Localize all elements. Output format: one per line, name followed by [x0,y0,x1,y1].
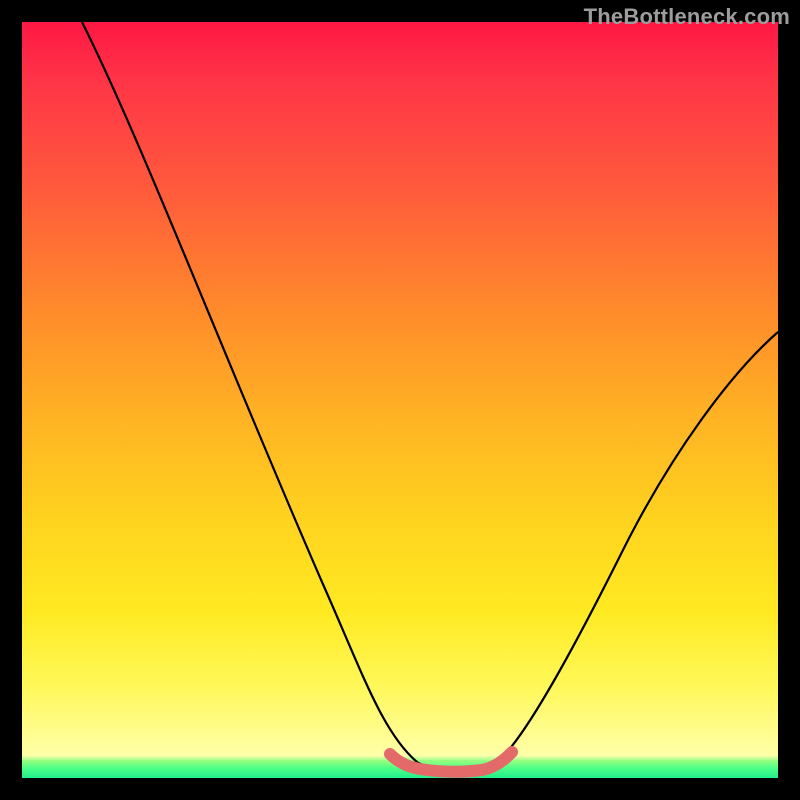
bottleneck-curve [82,22,778,769]
chart-stage: TheBottleneck.com [0,0,800,800]
attribution-label: TheBottleneck.com [584,4,790,30]
plot-area [22,22,778,778]
curve-layer [22,22,778,778]
